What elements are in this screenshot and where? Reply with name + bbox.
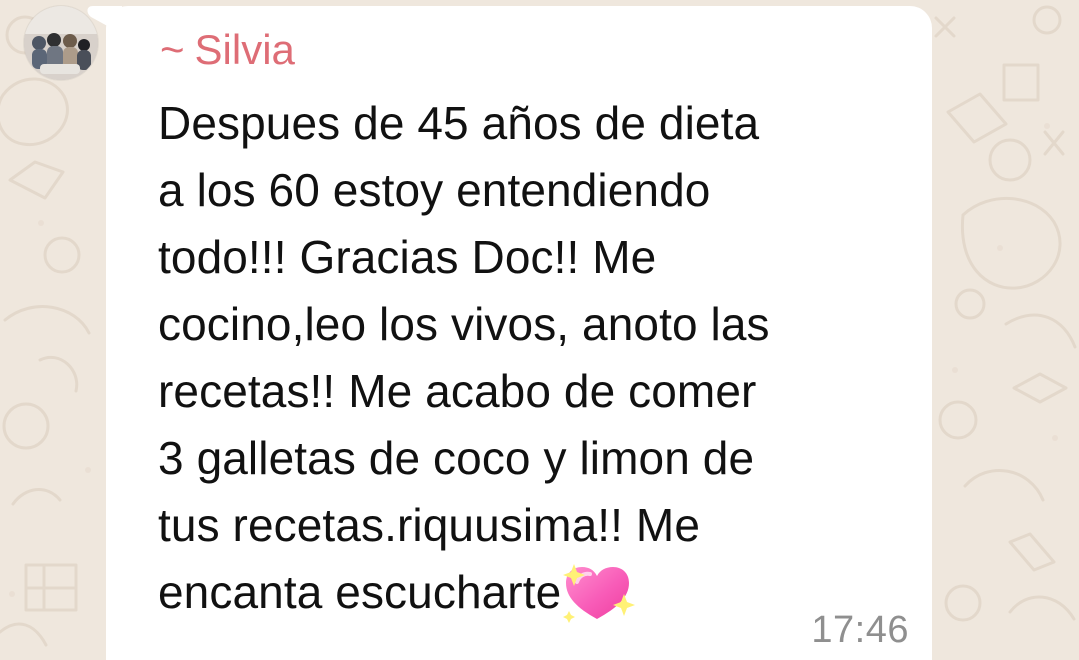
message-text: Despues de 45 años de dieta a los 60 est… bbox=[158, 90, 890, 626]
message-line: cocino,leo los vivos, anoto las bbox=[158, 298, 770, 350]
message-line: todo!!! Gracias Doc!! Me bbox=[158, 231, 657, 283]
message-timestamp: 17:46 bbox=[811, 609, 909, 651]
message-line: recetas!! Me acabo de comer bbox=[158, 365, 757, 417]
message-line-text: encanta escucharte bbox=[158, 566, 562, 618]
sender-name[interactable]: ~ Silvia bbox=[160, 24, 295, 76]
sparkling-heart-icon bbox=[559, 560, 637, 626]
message-line: tus recetas.riquusima!! Me bbox=[158, 499, 701, 551]
message-line: 3 galletas de coco y limon de bbox=[158, 432, 755, 484]
message-line: Despues de 45 años de dieta bbox=[158, 97, 760, 149]
sparkling-heart-svg bbox=[563, 564, 636, 623]
sender-prefix: ~ bbox=[160, 26, 185, 73]
sender-name-label: Silvia bbox=[194, 26, 295, 73]
message-line: a los 60 estoy entendiendo bbox=[158, 164, 711, 216]
message-line-with-emoji: encanta escucharte bbox=[158, 559, 890, 626]
